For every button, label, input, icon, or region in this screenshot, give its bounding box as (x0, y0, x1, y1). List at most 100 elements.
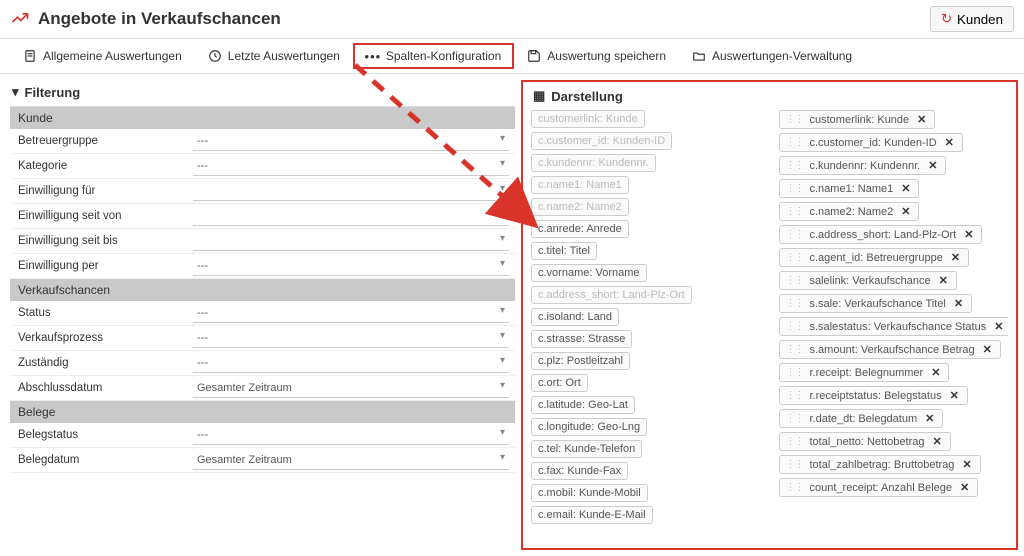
filter-dropdown[interactable]: --- (193, 425, 509, 445)
column-tag[interactable]: ⋮⋮s.sale: Verkaufschance Titel✕ (779, 294, 973, 313)
filter-dropdown[interactable]: --- (193, 256, 509, 276)
column-tag[interactable]: ⋮⋮s.salestatus: Verkaufschance Status✕ (779, 317, 1009, 336)
filter-dropdown[interactable]: Gesamter Zeitraum (193, 378, 509, 398)
column-tag[interactable]: c.strasse: Strasse (531, 330, 632, 348)
filter-dropdown[interactable] (193, 231, 509, 251)
remove-icon[interactable]: ✕ (937, 274, 950, 287)
toolbar-item-1[interactable]: Letzte Auswertungen (195, 43, 353, 69)
column-tag-label: c.name1: Name1 (810, 183, 894, 195)
drag-grip-icon: ⋮⋮ (786, 206, 804, 217)
column-tag[interactable]: c.kundennr: Kundennr. (531, 154, 656, 172)
filter-dropdown[interactable]: --- (193, 131, 509, 151)
column-tag[interactable]: ⋮⋮total_netto: Nettobetrag✕ (779, 432, 951, 451)
column-tag[interactable]: c.isoland: Land (531, 308, 619, 326)
kunden-button[interactable]: ↻ Kunden (930, 6, 1014, 32)
remove-icon[interactable]: ✕ (926, 159, 939, 172)
remove-icon[interactable]: ✕ (962, 228, 975, 241)
column-tag[interactable]: ⋮⋮c.kundennr: Kundennr.✕ (779, 156, 947, 175)
selected-columns[interactable]: ⋮⋮customerlink: Kunde✕⋮⋮c.customer_id: K… (779, 110, 1009, 540)
column-tag[interactable]: c.vorname: Vorname (531, 264, 647, 282)
filter-dropdown[interactable] (193, 206, 509, 226)
column-tag[interactable]: c.latitude: Geo-Lat (531, 396, 635, 414)
column-tag[interactable]: customerlink: Kunde (531, 110, 645, 128)
remove-icon[interactable]: ✕ (949, 251, 962, 264)
column-tag-label: c.customer_id: Kunden-ID (538, 135, 665, 147)
column-tag[interactable]: c.name2: Name2 (531, 198, 629, 216)
filter-dropdown[interactable]: --- (193, 353, 509, 373)
remove-icon[interactable]: ✕ (929, 366, 942, 379)
column-tag[interactable]: c.mobil: Kunde-Mobil (531, 484, 648, 502)
column-tag[interactable]: c.titel: Titel (531, 242, 597, 260)
remove-icon[interactable]: ✕ (981, 343, 994, 356)
column-tag[interactable]: ⋮⋮r.date_dt: Belegdatum✕ (779, 409, 944, 428)
column-tag-label: customerlink: Kunde (538, 113, 638, 125)
filter-label: Abschlussdatum (18, 382, 193, 394)
available-columns[interactable]: customerlink: Kunde c.customer_id: Kunden… (531, 110, 761, 540)
column-tag[interactable]: ⋮⋮c.customer_id: Kunden-ID✕ (779, 133, 963, 152)
column-tag-label: c.email: Kunde-E-Mail (538, 509, 646, 521)
toolbar-label: Auswertung speichern (547, 49, 666, 63)
filter-dropdown[interactable]: --- (193, 303, 509, 323)
remove-icon[interactable]: ✕ (930, 435, 943, 448)
filter-dropdown[interactable]: --- (193, 156, 509, 176)
column-tag[interactable]: c.address_short: Land-Plz-Ort (531, 286, 692, 304)
column-tag[interactable]: ⋮⋮c.name2: Name2✕ (779, 202, 920, 221)
toolbar-item-2[interactable]: •••Spalten-Konfiguration (353, 43, 514, 69)
column-tag[interactable]: ⋮⋮c.address_short: Land-Plz-Ort✕ (779, 225, 983, 244)
remove-icon[interactable]: ✕ (915, 113, 928, 126)
filter-row: Verkaufsprozess--- (10, 326, 515, 351)
remove-icon[interactable]: ✕ (899, 182, 912, 195)
column-tag[interactable]: c.email: Kunde-E-Mail (531, 506, 653, 524)
drag-grip-icon: ⋮⋮ (786, 114, 804, 125)
filter-section-head: Kunde (10, 107, 515, 129)
toolbar-item-3[interactable]: Auswertung speichern (514, 43, 679, 69)
column-tag-label: c.address_short: Land-Plz-Ort (810, 229, 957, 241)
doc-icon (23, 49, 37, 63)
filter-dropdown[interactable]: --- (193, 328, 509, 348)
column-tag[interactable]: c.customer_id: Kunden-ID (531, 132, 672, 150)
column-tag-label: c.plz: Postleitzahl (538, 355, 623, 367)
filter-row: Einwilligung seit bis (10, 229, 515, 254)
remove-icon[interactable]: ✕ (943, 136, 956, 149)
filter-label: Verkaufsprozess (18, 332, 193, 344)
column-tag[interactable]: ⋮⋮ customerlink: Kunde ✕ (779, 110, 936, 129)
remove-icon[interactable]: ✕ (992, 320, 1005, 333)
refresh-icon: ↻ (941, 11, 952, 27)
remove-icon[interactable]: ✕ (958, 481, 971, 494)
column-tag[interactable]: ⋮⋮s.amount: Verkaufschance Betrag✕ (779, 340, 1001, 359)
remove-icon[interactable]: ✕ (899, 205, 912, 218)
toolbar-item-0[interactable]: Allgemeine Auswertungen (10, 43, 195, 69)
column-tag[interactable]: c.name1: Name1 (531, 176, 629, 194)
column-tag-label: c.mobil: Kunde-Mobil (538, 487, 641, 499)
filter-dropdown[interactable] (193, 181, 509, 201)
column-tag-label: customerlink: Kunde (810, 114, 910, 126)
toolbar-item-4[interactable]: Auswertungen-Verwaltung (679, 43, 865, 69)
column-tag[interactable]: ⋮⋮r.receiptstatus: Belegstatus✕ (779, 386, 968, 405)
filter-dropdown[interactable]: Gesamter Zeitraum (193, 450, 509, 470)
column-tag[interactable]: ⋮⋮c.agent_id: Betreuergruppe✕ (779, 248, 970, 267)
clock-icon (208, 49, 222, 63)
drag-grip-icon: ⋮⋮ (786, 482, 804, 493)
column-tag[interactable]: c.longitude: Geo-Lng (531, 418, 647, 436)
filter-label: Einwilligung für (18, 185, 193, 197)
column-tag[interactable]: ⋮⋮c.name1: Name1✕ (779, 179, 920, 198)
column-tag-label: c.address_short: Land-Plz-Ort (538, 289, 685, 301)
column-tag[interactable]: c.plz: Postleitzahl (531, 352, 630, 370)
column-tag[interactable]: ⋮⋮total_zahlbetrag: Bruttobetrag✕ (779, 455, 981, 474)
column-tag[interactable]: ⋮⋮count_receipt: Anzahl Belege✕ (779, 478, 979, 497)
column-tag[interactable]: c.fax: Kunde-Fax (531, 462, 628, 480)
column-tag-label: c.longitude: Geo-Lng (538, 421, 640, 433)
column-tag[interactable]: ⋮⋮r.receipt: Belegnummer✕ (779, 363, 950, 382)
column-tag[interactable]: c.anrede: Anrede (531, 220, 629, 238)
folder-icon (692, 49, 706, 63)
column-tag-label: c.fax: Kunde-Fax (538, 465, 621, 477)
filter-section-head: Verkaufschancen (10, 279, 515, 301)
remove-icon[interactable]: ✕ (960, 458, 973, 471)
filter-row: AbschlussdatumGesamter Zeitraum (10, 376, 515, 401)
column-tag[interactable]: c.ort: Ort (531, 374, 588, 392)
remove-icon[interactable]: ✕ (923, 412, 936, 425)
column-tag[interactable]: ⋮⋮salelink: Verkaufschance✕ (779, 271, 957, 290)
column-tag[interactable]: c.tel: Kunde-Telefon (531, 440, 642, 458)
remove-icon[interactable]: ✕ (948, 389, 961, 402)
remove-icon[interactable]: ✕ (952, 297, 965, 310)
